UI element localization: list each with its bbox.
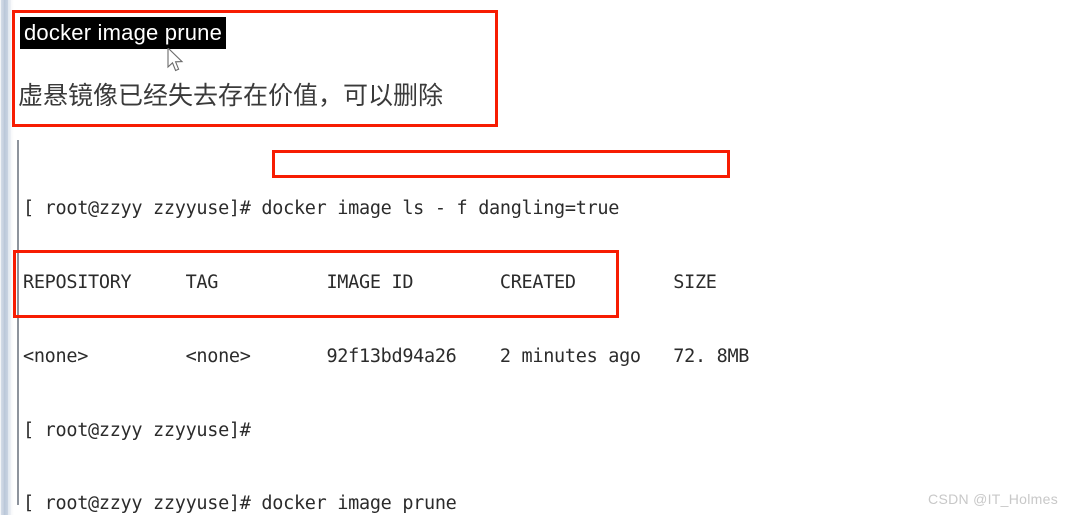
annotation-note-text: 虚悬镜像已经失去存在价值，可以删除	[18, 81, 444, 110]
terminal-line: [ root@zzyy zzyyuse]#	[23, 419, 251, 441]
terminal-line: REPOSITORY TAG IMAGE ID CREATED SIZE	[23, 271, 717, 293]
highlighted-command-text: docker image prune	[20, 17, 227, 49]
terminal-line: <none> <none> 92f13bd94a26 2 minutes ago…	[23, 345, 750, 367]
watermark-text: CSDN @IT_Holmes	[928, 491, 1058, 507]
terminal-line: [ root@zzyy zzyyuse]# docker image prune	[23, 493, 457, 515]
mouse-cursor-icon	[167, 46, 187, 74]
vertical-scrollbar[interactable]	[0, 0, 14, 515]
screenshot-root: docker image prune 虚悬镜像已经失去存在价值，可以删除 [ r…	[0, 0, 1072, 515]
terminal-line: [ root@zzyy zzyyuse]# docker image ls - …	[23, 198, 620, 220]
terminal-output: [ root@zzyy zzyyuse]# docker image ls - …	[23, 148, 1063, 515]
terminal-left-rule	[17, 140, 19, 505]
